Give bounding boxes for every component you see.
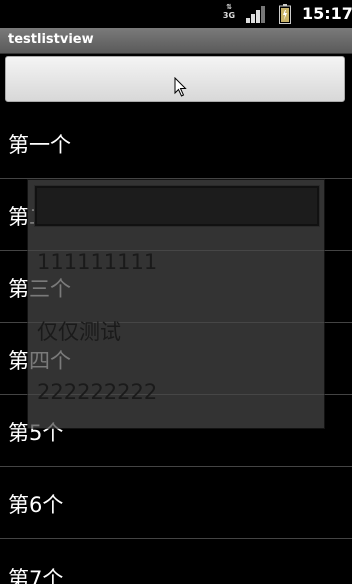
popup-item[interactable]: 111111111 — [37, 250, 157, 274]
popup-menu[interactable]: 111111111 仅仅测试 222222222 — [28, 180, 324, 428]
popup-item[interactable]: 222222222 — [37, 380, 157, 404]
list-item[interactable]: 第一个 — [0, 107, 352, 179]
network-type-label: 3G — [222, 11, 236, 20]
popup-item[interactable]: 仅仅测试 — [37, 316, 121, 346]
app-title-bar: testlistview — [0, 28, 352, 54]
status-bar: ⇅ 3G 15:17 — [0, 0, 352, 28]
list-item-label: 第7个 — [8, 567, 64, 584]
mouse-pointer-icon — [174, 77, 187, 97]
battery-icon — [279, 4, 291, 24]
popup-header — [34, 185, 320, 227]
signal-strength-icon — [246, 6, 265, 23]
list-item[interactable]: 第7个 — [0, 539, 352, 584]
app-title: testlistview — [8, 32, 94, 47]
list-item-label: 第一个 — [8, 133, 71, 157]
network-3g-icon: ⇅ 3G — [222, 3, 236, 20]
status-clock: 15:17 — [302, 4, 352, 23]
list-item-label: 第6个 — [8, 493, 64, 517]
phone-screen: ⇅ 3G 15:17 testlistview 第一个 第二个 第三个 — [0, 0, 352, 584]
list-item[interactable]: 第6个 — [0, 467, 352, 539]
